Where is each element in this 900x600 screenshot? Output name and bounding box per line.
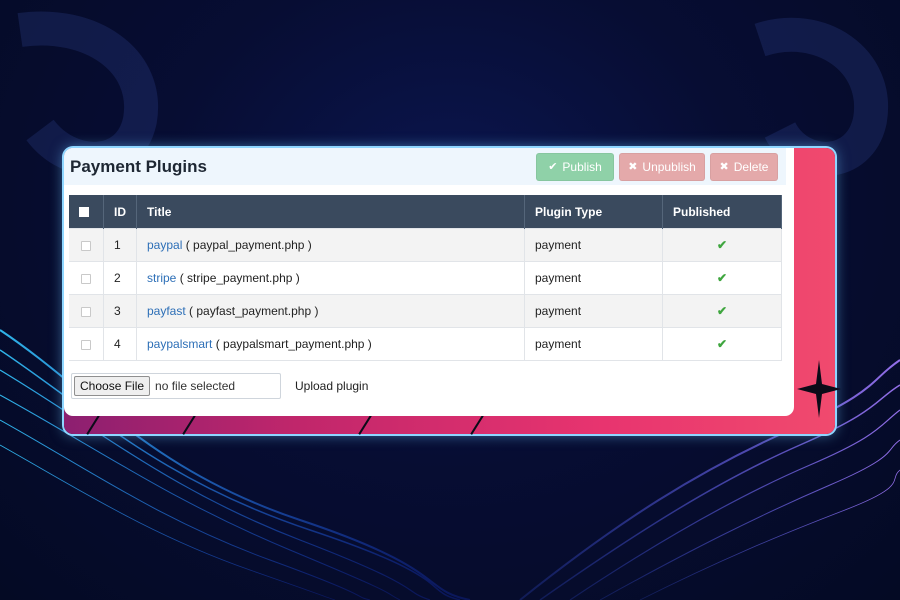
- row-checkbox-cell: [69, 261, 104, 295]
- check-icon[interactable]: ✔: [717, 238, 727, 252]
- row-checkbox[interactable]: [81, 240, 91, 251]
- plugin-link[interactable]: paypal: [147, 238, 182, 252]
- select-all-checkbox[interactable]: [79, 207, 89, 218]
- row-checkbox-cell: [69, 327, 104, 361]
- row-published: ✔: [662, 228, 782, 262]
- sparkle-icon: [797, 360, 841, 418]
- row-id: 2: [103, 261, 137, 295]
- row-type: payment: [524, 294, 663, 328]
- table-row: 1 paypal ( paypal_payment.php ) payment …: [69, 228, 782, 262]
- row-title: paypal ( paypal_payment.php ): [136, 228, 525, 262]
- col-header-title[interactable]: Title: [136, 195, 525, 229]
- publish-label: Publish: [562, 159, 602, 174]
- plugin-file: ( payfast_payment.php ): [189, 304, 319, 318]
- select-all-cell: [69, 195, 104, 229]
- table-header-row: ID Title Plugin Type Published: [69, 195, 782, 229]
- file-status: no file selected: [155, 379, 236, 393]
- row-checkbox[interactable]: [81, 273, 91, 284]
- row-id: 3: [103, 294, 137, 328]
- row-title: paypalsmart ( paypalsmart_payment.php ): [136, 327, 525, 361]
- row-title: payfast ( payfast_payment.php ): [136, 294, 525, 328]
- choose-file-button[interactable]: Choose File: [74, 376, 151, 396]
- check-icon[interactable]: ✔: [717, 337, 727, 351]
- row-type: payment: [524, 327, 663, 361]
- table-row: 2 stripe ( stripe_payment.php ) payment …: [69, 261, 782, 295]
- plugin-file: ( paypalsmart_payment.php ): [215, 337, 372, 351]
- plugin-link[interactable]: payfast: [147, 304, 186, 318]
- plugins-table: ID Title Plugin Type Published 1 paypal …: [69, 195, 782, 361]
- row-title: stripe ( stripe_payment.php ): [136, 261, 525, 295]
- row-published: ✔: [662, 261, 782, 295]
- check-icon: ✔: [548, 161, 558, 173]
- plugins-panel: Payment Plugins ✔ Publish ✖ Unpublish ✖ …: [64, 148, 794, 416]
- file-input[interactable]: Choose File no file selected: [71, 373, 281, 399]
- x-icon: ✖: [719, 161, 729, 173]
- upload-plugin-button[interactable]: Upload plugin: [295, 379, 368, 393]
- plugin-link[interactable]: paypalsmart: [147, 337, 212, 351]
- row-type: payment: [524, 261, 663, 295]
- upload-row: Choose File no file selected Upload plug…: [71, 373, 368, 399]
- row-type: payment: [524, 228, 663, 262]
- publish-button[interactable]: ✔ Publish: [536, 152, 614, 181]
- plugin-file: ( paypal_payment.php ): [185, 238, 312, 252]
- check-icon[interactable]: ✔: [717, 271, 727, 285]
- table-row: 4 paypalsmart ( paypalsmart_payment.php …: [69, 327, 782, 361]
- row-checkbox-cell: [69, 228, 104, 262]
- check-icon[interactable]: ✔: [717, 304, 727, 318]
- plugin-file: ( stripe_payment.php ): [179, 271, 300, 285]
- table-row: 3 payfast ( payfast_payment.php ) paymen…: [69, 294, 782, 328]
- plugin-link[interactable]: stripe: [147, 271, 176, 285]
- row-published: ✔: [662, 294, 782, 328]
- col-header-type[interactable]: Plugin Type: [524, 195, 663, 229]
- row-id: 1: [103, 228, 137, 262]
- row-checkbox-cell: [69, 294, 104, 328]
- col-header-published[interactable]: Published: [662, 195, 782, 229]
- delete-button[interactable]: ✖ Delete: [710, 152, 778, 181]
- row-id: 4: [103, 327, 137, 361]
- col-header-id[interactable]: ID: [103, 195, 137, 229]
- unpublish-label: Unpublish: [642, 159, 696, 174]
- row-checkbox[interactable]: [81, 306, 91, 317]
- page-title: Payment Plugins: [70, 156, 207, 176]
- row-checkbox[interactable]: [81, 339, 91, 350]
- unpublish-button[interactable]: ✖ Unpublish: [619, 152, 705, 181]
- x-icon: ✖: [628, 161, 638, 173]
- panel-header: Payment Plugins ✔ Publish ✖ Unpublish ✖ …: [64, 148, 786, 185]
- toolbar: ✔ Publish ✖ Unpublish ✖ Delete: [536, 152, 778, 181]
- delete-label: Delete: [733, 159, 769, 174]
- row-published: ✔: [662, 327, 782, 361]
